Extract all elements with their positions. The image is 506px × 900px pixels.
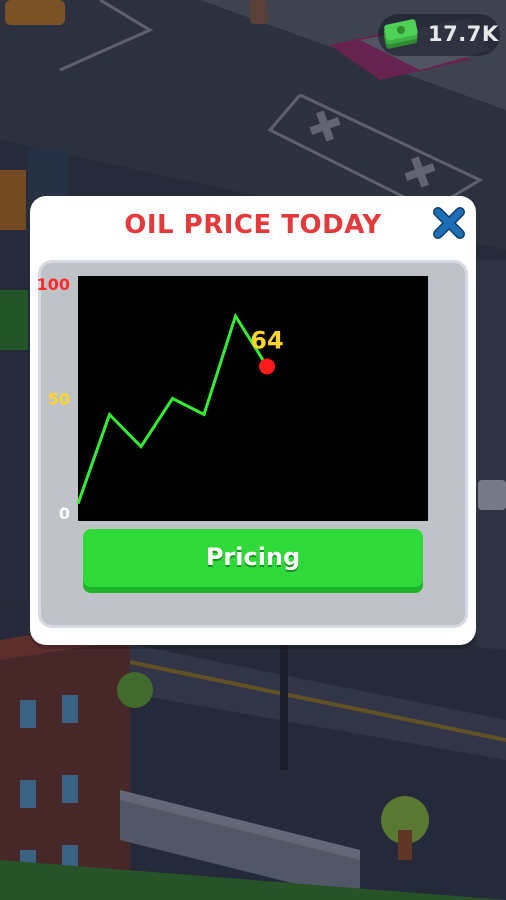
modal-title: OIL PRICE TODAY	[124, 210, 382, 240]
cash-counter: 17.7K	[378, 14, 500, 56]
pricing-button[interactable]: Pricing	[83, 529, 423, 593]
oil-price-modal: OIL PRICE TODAY 0 50 100 64 Pricing	[30, 196, 476, 645]
pricing-button-label: Pricing	[205, 543, 301, 571]
close-x-icon[interactable]	[428, 202, 470, 244]
cash-stack-icon	[383, 19, 418, 49]
cash-amount: 17.7K	[428, 22, 499, 46]
